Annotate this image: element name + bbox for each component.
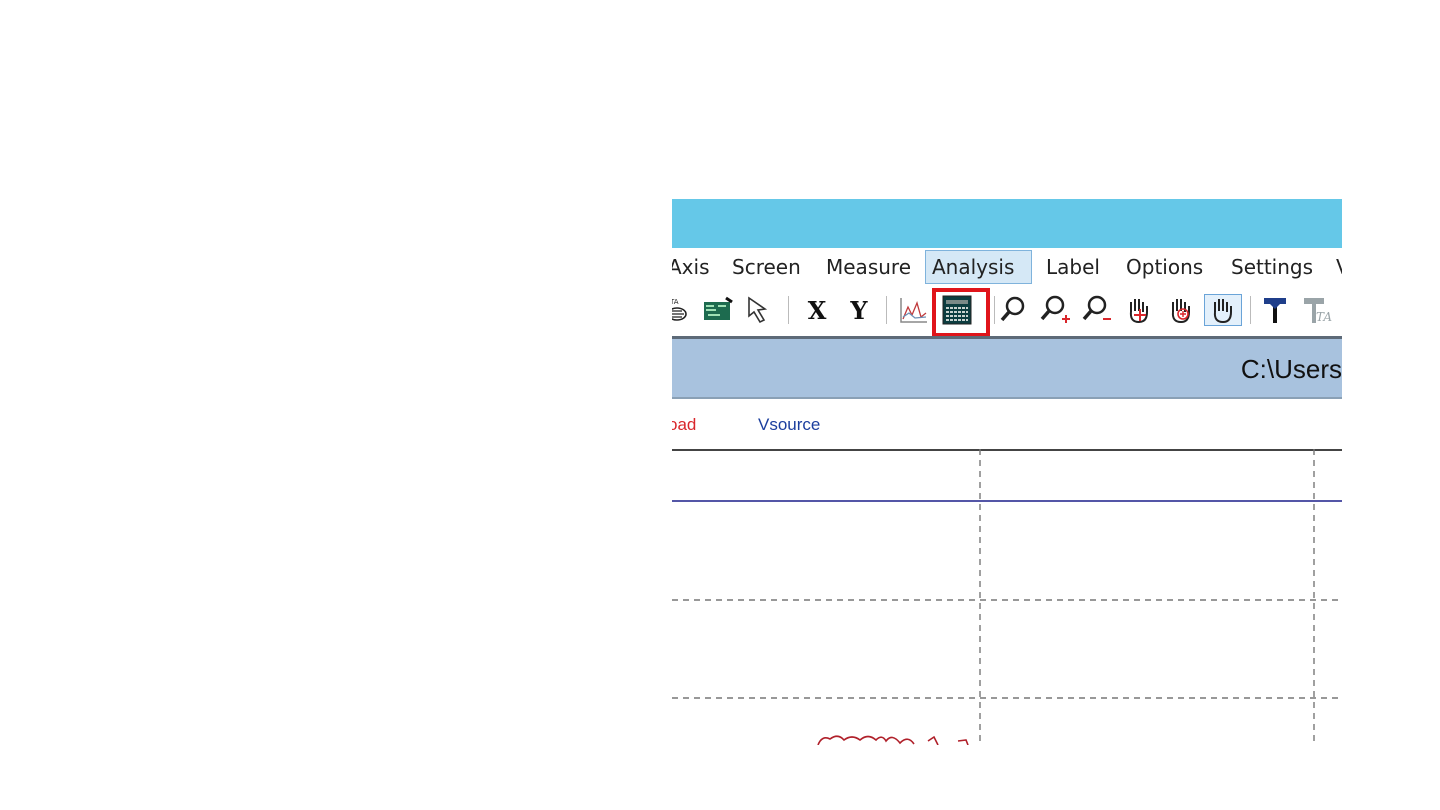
- app-window: Axis Screen Measure Analysis Label Optio…: [672, 199, 1342, 745]
- svg-text:TA: TA: [1316, 310, 1332, 324]
- pan-hand-plus-icon[interactable]: [1164, 294, 1198, 326]
- tag-icon[interactable]: [1260, 294, 1294, 326]
- toolbar: TA X Y: [672, 286, 1342, 337]
- legend-item-load[interactable]: oad: [672, 415, 696, 435]
- menu-measure[interactable]: Measure: [826, 252, 911, 282]
- menu-options[interactable]: Options: [1126, 252, 1203, 282]
- path-bar: C:\Users: [672, 339, 1342, 397]
- menu-analysis[interactable]: Analysis: [925, 250, 1032, 284]
- hand-icon[interactable]: [1204, 294, 1242, 326]
- menu-label[interactable]: Label: [1046, 252, 1100, 282]
- x-axis-button[interactable]: X: [802, 294, 832, 326]
- toolbar-separator: [788, 296, 789, 324]
- toolbar-separator: [886, 296, 887, 324]
- menu-axis[interactable]: Axis: [672, 252, 710, 282]
- menu-bar: Axis Screen Measure Analysis Label Optio…: [672, 248, 1342, 286]
- pointer-arrow-icon[interactable]: [744, 294, 776, 326]
- title-bar: [672, 199, 1342, 248]
- waveform-plot[interactable]: [672, 449, 1342, 745]
- y-axis-button[interactable]: Y: [844, 294, 874, 326]
- graph-icon[interactable]: [898, 294, 930, 326]
- menu-settings[interactable]: Settings: [1231, 252, 1313, 282]
- text-tag-icon[interactable]: TA: [1300, 294, 1334, 326]
- load-trace: [817, 735, 969, 745]
- trace-legend: oad Vsource: [672, 399, 1342, 449]
- menu-v[interactable]: V: [1336, 252, 1342, 282]
- highlight-box: [932, 288, 990, 337]
- pan-hand-icon[interactable]: [1122, 294, 1156, 326]
- toolbar-separator: [994, 296, 995, 324]
- toolbar-separator: [1250, 296, 1251, 324]
- zoom-icon[interactable]: [998, 294, 1028, 326]
- file-path: C:\Users: [1240, 354, 1342, 384]
- chip-icon[interactable]: [702, 294, 734, 326]
- svg-text:TA: TA: [672, 298, 679, 306]
- zoom-out-icon[interactable]: [1080, 294, 1114, 326]
- legend-item-vsource[interactable]: Vsource: [758, 415, 820, 435]
- zoom-in-icon[interactable]: [1038, 294, 1072, 326]
- data-icon[interactable]: TA: [672, 294, 692, 326]
- menu-screen[interactable]: Screen: [732, 252, 801, 282]
